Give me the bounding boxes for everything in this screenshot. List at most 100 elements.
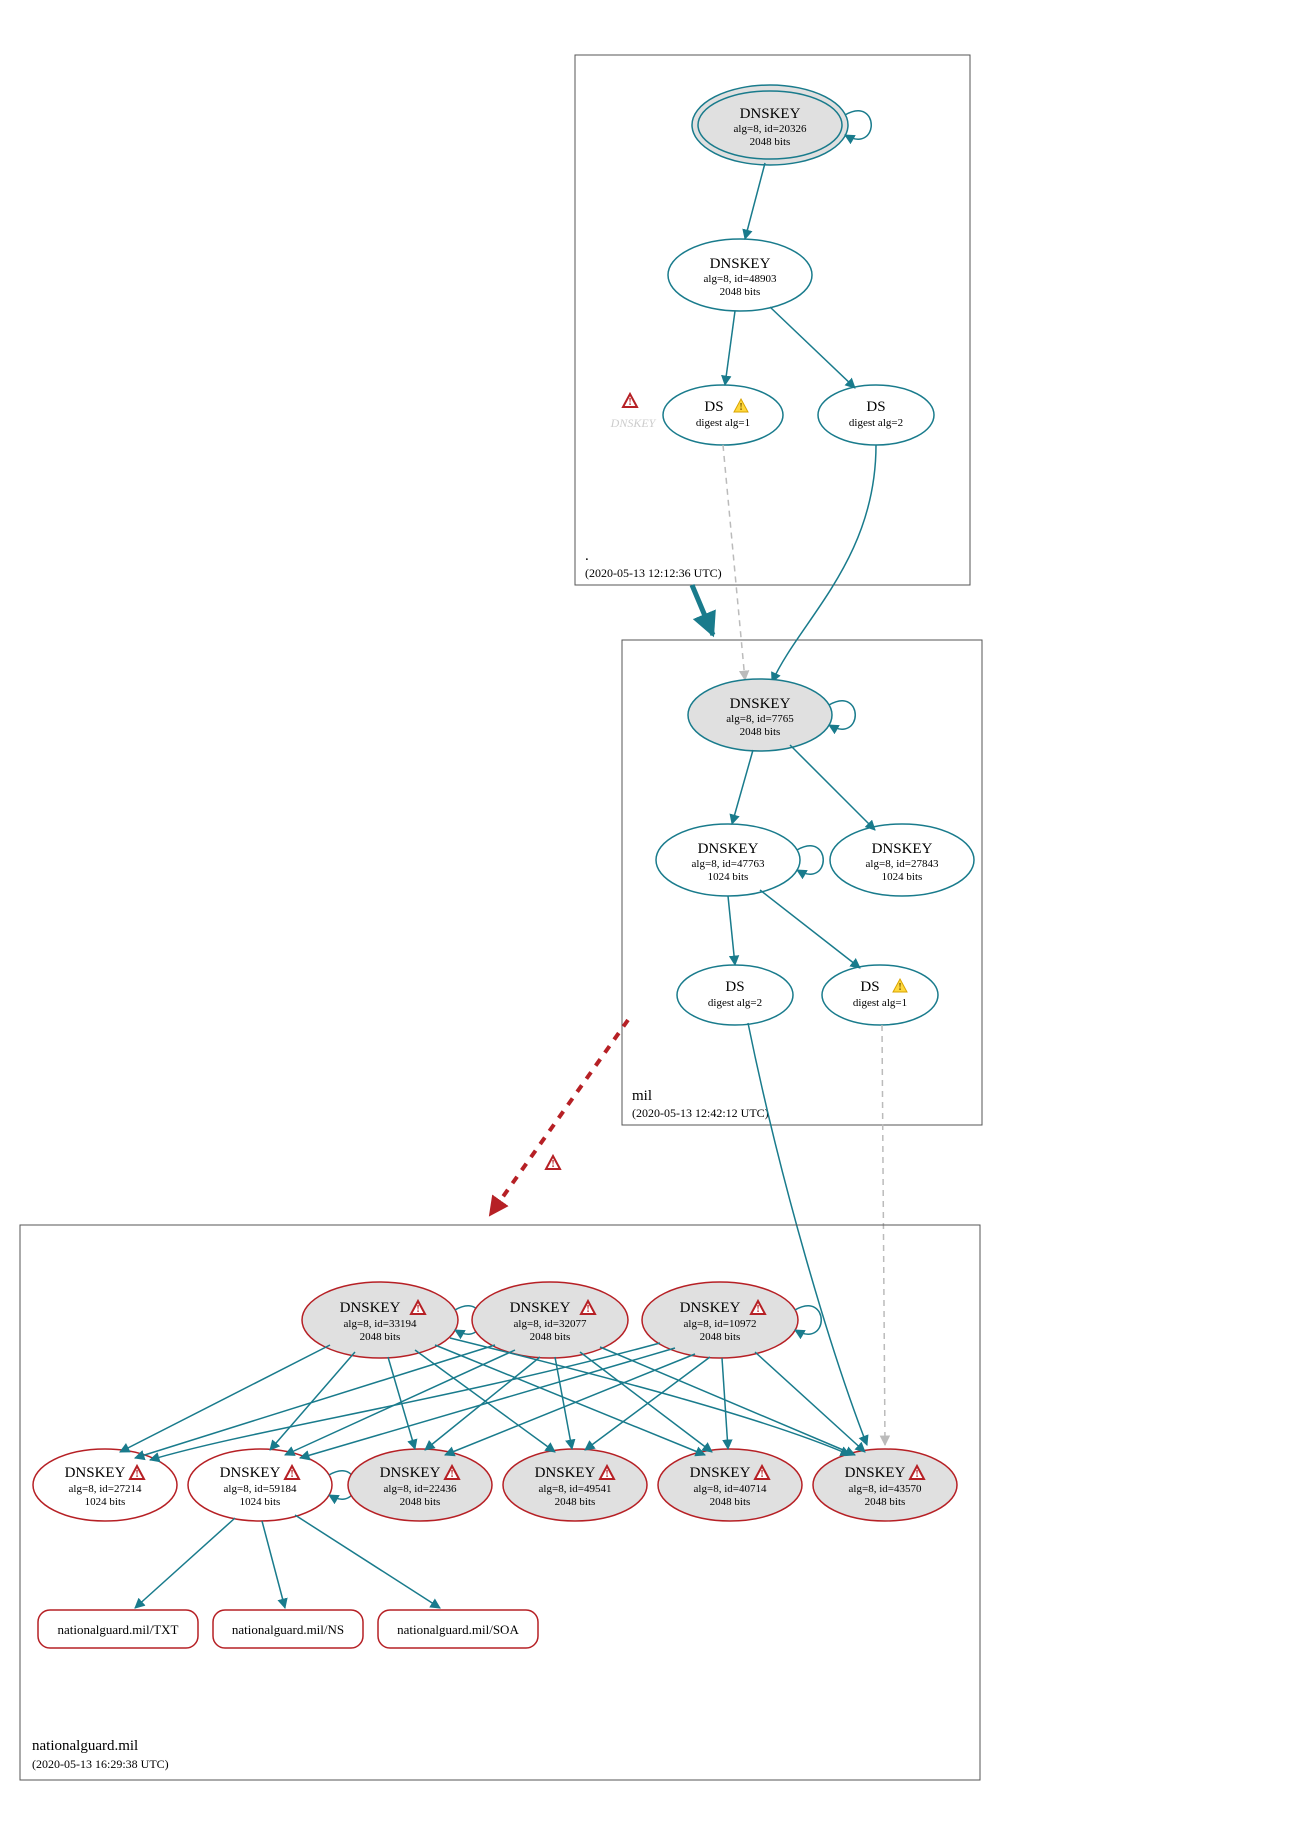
svg-text:digest alg=1: digest alg=1 bbox=[853, 997, 907, 1009]
svg-text:!: ! bbox=[450, 1469, 453, 1480]
svg-text:2048 bits: 2048 bits bbox=[400, 1496, 441, 1508]
svg-text:1024 bits: 1024 bits bbox=[708, 871, 749, 883]
selfloop-10972 bbox=[795, 1306, 821, 1334]
edge-59184-soa bbox=[295, 1515, 440, 1608]
node-root-missing-dnskey: DNSKEY ! bbox=[610, 394, 657, 430]
svg-text:DNSKEY: DNSKEY bbox=[872, 841, 933, 857]
node-ng-k59184: DNSKEY alg=8, id=59184 1024 bits ! bbox=[188, 1449, 332, 1521]
deleg-root-mil bbox=[692, 585, 713, 635]
edge-milds2-ng43570 bbox=[882, 1025, 885, 1445]
svg-text:!: ! bbox=[756, 1304, 759, 1315]
edge-rootzsk-ds2 bbox=[770, 307, 855, 388]
edge-rootzsk-ds1 bbox=[725, 311, 735, 385]
svg-text:DNSKEY: DNSKEY bbox=[65, 1465, 126, 1481]
node-ng-k32077: DNSKEY alg=8, id=32077 2048 bits ! bbox=[472, 1282, 628, 1358]
svg-text:digest alg=2: digest alg=2 bbox=[708, 997, 762, 1009]
edge-milksk-zsk1 bbox=[732, 750, 753, 824]
svg-text:DNSKEY: DNSKEY bbox=[510, 1300, 571, 1316]
svg-text:alg=8, id=32077: alg=8, id=32077 bbox=[514, 1318, 587, 1330]
svg-text:DNSKEY: DNSKEY bbox=[380, 1465, 441, 1481]
svg-text:1024 bits: 1024 bits bbox=[882, 871, 923, 883]
node-ng-k43570: DNSKEY alg=8, id=43570 2048 bits ! bbox=[813, 1449, 957, 1521]
svg-text:1024 bits: 1024 bits bbox=[85, 1496, 126, 1508]
svg-text:DNSKEY: DNSKEY bbox=[220, 1465, 281, 1481]
svg-text:2048 bits: 2048 bits bbox=[750, 136, 791, 148]
svg-text:DS: DS bbox=[866, 399, 885, 415]
svg-text:DNSKEY: DNSKEY bbox=[845, 1465, 906, 1481]
node-ng-k10972: DNSKEY alg=8, id=10972 2048 bits ! bbox=[642, 1282, 798, 1358]
svg-text:alg=8, id=49541: alg=8, id=49541 bbox=[539, 1483, 612, 1495]
svg-text:DS: DS bbox=[725, 979, 744, 995]
svg-text:nationalguard.mil/TXT: nationalguard.mil/TXT bbox=[58, 1622, 179, 1637]
svg-text:nationalguard.mil/SOA: nationalguard.mil/SOA bbox=[397, 1622, 519, 1637]
zone-label-root: . bbox=[585, 548, 589, 564]
node-mil-ds2: DS digest alg=1 ! bbox=[822, 965, 938, 1025]
svg-text:2048 bits: 2048 bits bbox=[710, 1496, 751, 1508]
node-ng-soa: nationalguard.mil/SOA bbox=[378, 1610, 538, 1648]
svg-text:alg=8, id=59184: alg=8, id=59184 bbox=[224, 1483, 297, 1495]
edge-ds2-milksk bbox=[772, 445, 876, 682]
svg-text:2048 bits: 2048 bits bbox=[555, 1496, 596, 1508]
node-ng-txt: nationalguard.mil/TXT bbox=[38, 1610, 198, 1648]
svg-text:2048 bits: 2048 bits bbox=[700, 1331, 741, 1343]
svg-text:!: ! bbox=[551, 1159, 554, 1170]
zone-time-mil: (2020-05-13 12:42:12 UTC) bbox=[632, 1106, 769, 1120]
svg-text:1024 bits: 1024 bits bbox=[240, 1496, 281, 1508]
edge-ds1-milksk bbox=[723, 445, 745, 680]
svg-text:nationalguard.mil/NS: nationalguard.mil/NS bbox=[232, 1622, 344, 1637]
zone-label-ng: nationalguard.mil bbox=[32, 1738, 138, 1754]
svg-text:!: ! bbox=[915, 1469, 918, 1480]
node-mil-zsk2: DNSKEY alg=8, id=27843 1024 bits bbox=[830, 824, 974, 896]
zone-time-root: (2020-05-13 12:12:36 UTC) bbox=[585, 566, 722, 580]
ng-edge-mesh bbox=[120, 1338, 865, 1460]
node-ng-k49541: DNSKEY alg=8, id=49541 2048 bits ! bbox=[503, 1449, 647, 1521]
edge-59184-ns bbox=[262, 1521, 285, 1608]
node-ng-k40714: DNSKEY alg=8, id=40714 2048 bits ! bbox=[658, 1449, 802, 1521]
svg-text:!: ! bbox=[760, 1469, 763, 1480]
node-mil-zsk1: DNSKEY alg=8, id=47763 1024 bits bbox=[656, 824, 800, 896]
node-root-ksk: DNSKEY alg=8, id=20326 2048 bits bbox=[692, 85, 848, 165]
svg-text:alg=8, id=22436: alg=8, id=22436 bbox=[384, 1483, 457, 1495]
svg-text:digest alg=1: digest alg=1 bbox=[696, 417, 750, 429]
svg-text:alg=8, id=47763: alg=8, id=47763 bbox=[692, 858, 765, 870]
error-icon: ! bbox=[623, 394, 637, 408]
dnssec-graph: . (2020-05-13 12:12:36 UTC) DNSKEY alg=8… bbox=[0, 0, 1292, 1844]
svg-text:alg=8, id=40714: alg=8, id=40714 bbox=[694, 1483, 767, 1495]
svg-text:2048 bits: 2048 bits bbox=[720, 286, 761, 298]
edge-milksk-zsk2 bbox=[790, 745, 875, 830]
svg-text:DS: DS bbox=[704, 399, 723, 415]
svg-text:DNSKEY: DNSKEY bbox=[680, 1300, 741, 1316]
selfloop-root-ksk bbox=[845, 111, 871, 139]
svg-text:alg=8, id=27214: alg=8, id=27214 bbox=[69, 1483, 142, 1495]
node-root-zsk: DNSKEY alg=8, id=48903 2048 bits bbox=[668, 239, 812, 311]
edge-milds1-ng43570 bbox=[748, 1023, 867, 1445]
svg-text:!: ! bbox=[586, 1304, 589, 1315]
edge-59184-txt bbox=[135, 1518, 235, 1608]
selfloop-mil-ksk bbox=[829, 701, 855, 729]
edge-milzsk1-ds1 bbox=[728, 896, 735, 965]
edge-milzsk1-ds2 bbox=[760, 890, 860, 968]
svg-text:alg=8, id=20326: alg=8, id=20326 bbox=[734, 123, 807, 135]
error-icon: ! bbox=[546, 1156, 560, 1170]
svg-text:!: ! bbox=[290, 1469, 293, 1480]
deleg-mil-ng bbox=[490, 1020, 628, 1215]
svg-text:DNSKEY: DNSKEY bbox=[340, 1300, 401, 1316]
zone-time-ng: (2020-05-13 16:29:38 UTC) bbox=[32, 1757, 169, 1771]
svg-text:DNSKEY: DNSKEY bbox=[690, 1465, 751, 1481]
svg-text:alg=8, id=10972: alg=8, id=10972 bbox=[684, 1318, 757, 1330]
svg-text:DS: DS bbox=[860, 979, 879, 995]
svg-text:alg=8, id=7765: alg=8, id=7765 bbox=[726, 713, 794, 725]
node-ng-ns: nationalguard.mil/NS bbox=[213, 1610, 363, 1648]
svg-text:DNSKEY: DNSKEY bbox=[730, 696, 791, 712]
svg-text:!: ! bbox=[628, 397, 631, 408]
node-ng-k27214: DNSKEY alg=8, id=27214 1024 bits ! bbox=[33, 1449, 177, 1521]
svg-text:alg=8, id=33194: alg=8, id=33194 bbox=[344, 1318, 417, 1330]
svg-text:digest alg=2: digest alg=2 bbox=[849, 417, 903, 429]
node-root-ds2: DS digest alg=2 bbox=[818, 385, 934, 445]
svg-text:!: ! bbox=[898, 982, 901, 993]
svg-text:alg=8, id=43570: alg=8, id=43570 bbox=[849, 1483, 922, 1495]
svg-text:DNSKEY: DNSKEY bbox=[710, 256, 771, 272]
node-mil-ds1: DS digest alg=2 bbox=[677, 965, 793, 1025]
svg-text:DNSKEY: DNSKEY bbox=[610, 416, 657, 430]
svg-text:DNSKEY: DNSKEY bbox=[535, 1465, 596, 1481]
